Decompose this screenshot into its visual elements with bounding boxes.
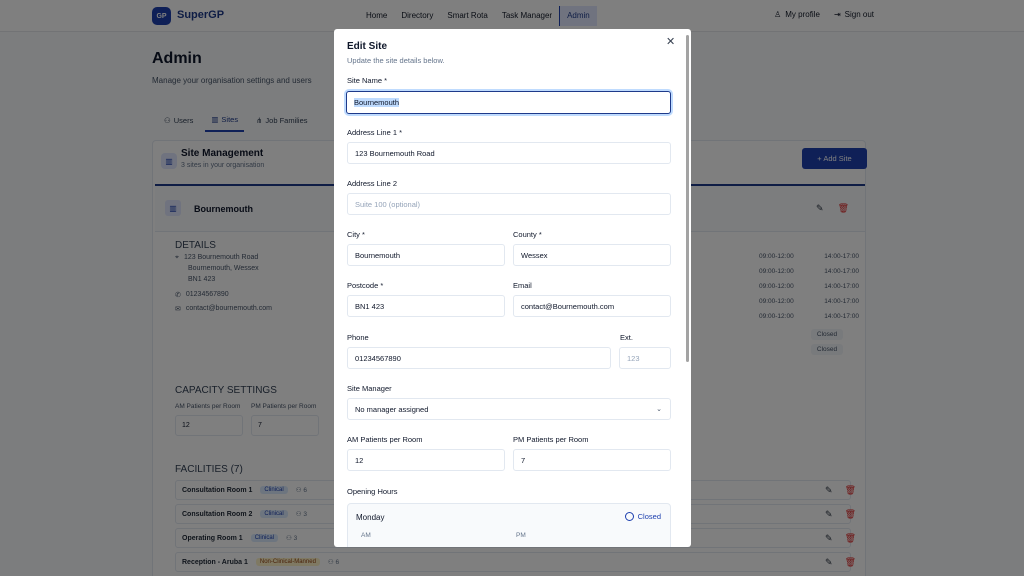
site-manager-value: No manager assigned (355, 404, 429, 414)
address-line-1-label: Address Line 1 * (347, 128, 403, 137)
dialog-scrollbar[interactable] (686, 35, 689, 362)
postcode-input[interactable]: BN1 423 (347, 295, 505, 317)
day-label: Monday (356, 513, 385, 522)
site-manager-label: Site Manager (347, 384, 392, 393)
county-input[interactable]: Wessex (513, 244, 671, 266)
radio-icon (624, 512, 634, 521)
pm-label: PM (516, 532, 526, 539)
am-patients-label: AM Patients per Room (347, 435, 423, 444)
email-input[interactable]: contact@Bournemouth.com (513, 295, 671, 317)
site-name-value: Bournemouth (354, 98, 400, 107)
address-line-2-label: Address Line 2 (347, 179, 398, 188)
chevron-down-icon: ⌄ (656, 406, 662, 413)
am-patients-input[interactable]: 12 (347, 449, 505, 471)
phone-input[interactable]: 01234567890 (347, 347, 611, 369)
dialog-title: Edit Site (347, 41, 388, 52)
ext-input[interactable]: 123 (619, 347, 671, 369)
county-label: County * (513, 230, 542, 239)
email-label: Email (513, 281, 532, 290)
edit-site-dialog: ✕ Edit Site Update the site details belo… (334, 29, 691, 547)
opening-hours-label: Opening Hours (347, 487, 398, 496)
site-manager-select[interactable]: No manager assigned ⌄ (347, 398, 671, 420)
ext-label: Ext. (620, 333, 633, 342)
site-name-label: Site Name * (347, 76, 388, 85)
pm-patients-label: PM Patients per Room (513, 435, 589, 444)
dialog-subtitle: Update the site details below. (347, 56, 445, 65)
city-input[interactable]: Bournemouth (347, 244, 505, 266)
address-line-1-input[interactable]: 123 Bournemouth Road (347, 142, 671, 164)
opening-hours-monday: Monday Closed AM PM (347, 503, 671, 547)
am-label: AM (361, 532, 371, 539)
postcode-label: Postcode * (347, 281, 384, 290)
address-line-2-input[interactable]: Suite 100 (optional) (347, 193, 671, 215)
site-name-input[interactable]: Bournemouth (346, 91, 671, 114)
pm-patients-input[interactable]: 7 (513, 449, 671, 471)
closed-toggle[interactable]: Closed (624, 512, 661, 521)
phone-label: Phone (347, 333, 369, 342)
closed-toggle-label: Closed (637, 512, 661, 521)
close-icon[interactable]: ✕ (666, 35, 675, 48)
city-label: City * (347, 230, 365, 239)
